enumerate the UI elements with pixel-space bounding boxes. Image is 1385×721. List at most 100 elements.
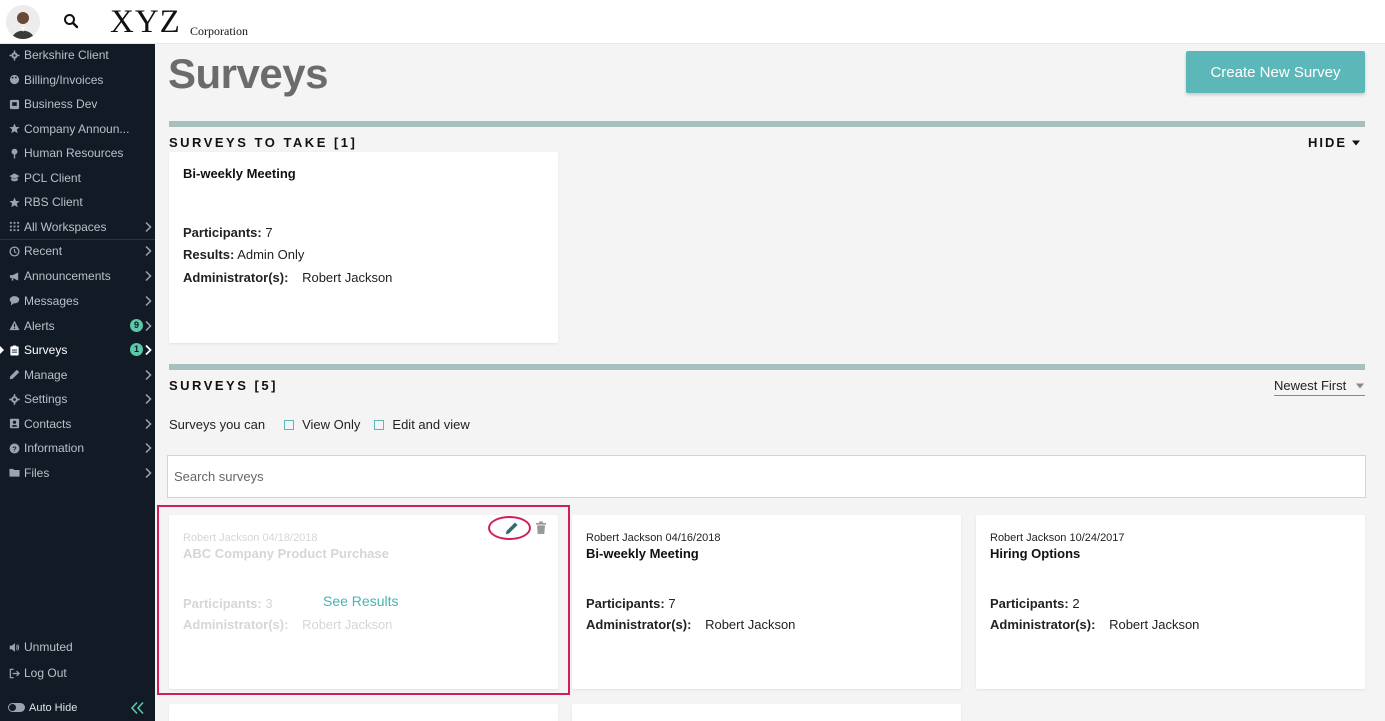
sidebar-item-business-dev[interactable]: Business Dev <box>0 93 155 115</box>
logout-label: Log Out <box>24 666 67 680</box>
star-icon <box>8 123 20 135</box>
sidebar-item-label: Billing/Invoices <box>24 72 104 87</box>
active-indicator <box>0 346 4 354</box>
caret-down-icon <box>1356 383 1364 388</box>
chevron-right-icon <box>144 442 152 454</box>
gear-icon <box>8 49 20 61</box>
collapse-sidebar-icon[interactable] <box>130 701 146 715</box>
sidebar-unmuted-toggle[interactable]: Unmuted <box>0 636 155 658</box>
results-value: Admin Only <box>237 247 305 262</box>
survey-title: Bi-weekly Meeting <box>586 546 699 561</box>
sidebar-item-billing-invoices[interactable]: Billing/Invoices <box>0 69 155 91</box>
company-logo[interactable]: XYZ Corporation <box>110 4 248 41</box>
participants-label: Participants: <box>586 596 665 611</box>
surveys-to-take-heading: SURVEYS TO TAKE [1] <box>169 135 358 150</box>
logout-icon <box>8 667 20 679</box>
section-divider <box>169 364 1365 370</box>
sidebar-item-all-workspaces[interactable]: All Workspaces <box>0 216 155 238</box>
edit-and-view-label[interactable]: Edit and view <box>392 417 469 432</box>
pencil-icon <box>8 369 20 381</box>
cog-icon <box>8 393 20 405</box>
sidebar-item-messages[interactable]: Messages <box>0 290 155 312</box>
survey-card[interactable]: Robert Jackson 04/16/2018 Bi-weekly Meet… <box>572 515 961 689</box>
sidebar-item-label: RBS Client <box>24 195 83 209</box>
folder-icon <box>8 467 20 479</box>
grid-icon <box>8 221 20 233</box>
sidebar-item-recent[interactable]: Recent <box>0 240 155 262</box>
avatar[interactable] <box>6 5 40 39</box>
main-content: Surveys Create New Survey SURVEYS TO TAK… <box>155 44 1385 721</box>
participants-value: 7 <box>265 225 273 240</box>
participants-value: 7 <box>668 596 676 611</box>
auto-hide-toggle[interactable] <box>8 703 25 712</box>
administrator-value: Robert Jackson <box>1109 617 1200 632</box>
sidebar-item-surveys[interactable]: Surveys 1 <box>0 339 155 361</box>
star-icon <box>8 196 20 208</box>
sidebar-item-label: Information <box>24 441 85 455</box>
sidebar-item-rbs-client[interactable]: RBS Client <box>0 191 155 213</box>
view-only-label[interactable]: View Only <box>302 417 360 432</box>
unmuted-label: Unmuted <box>24 640 73 654</box>
sidebar-item-alerts[interactable]: Alerts 9 <box>0 315 155 337</box>
create-new-survey-button[interactable]: Create New Survey <box>1186 51 1365 93</box>
briefcase-icon <box>8 98 20 110</box>
caret-down-icon <box>1352 140 1361 145</box>
sidebar-item-berkshire-client[interactable]: Berkshire Client <box>0 44 155 66</box>
sidebar-auto-hide[interactable]: Auto Hide <box>0 699 155 717</box>
sidebar-item-files[interactable]: Files <box>0 462 155 484</box>
survey-card[interactable] <box>169 704 558 721</box>
search-surveys-input[interactable] <box>167 455 1366 498</box>
search-icon[interactable] <box>62 12 80 30</box>
sidebar-item-label: Files <box>24 465 50 480</box>
view-only-checkbox[interactable] <box>284 419 295 430</box>
chevron-right-icon <box>144 221 152 233</box>
survey-card[interactable] <box>572 704 961 721</box>
svg-text:?: ? <box>12 444 17 453</box>
participants-row: Participants: 7 <box>586 596 676 611</box>
sidebar-item-contacts[interactable]: Contacts <box>0 413 155 435</box>
alerts-count-badge: 9 <box>130 318 143 332</box>
sidebar-item-label: Human Resources <box>24 146 124 160</box>
sidebar-item-pcl-client[interactable]: PCL Client <box>0 167 155 189</box>
edit-and-view-checkbox[interactable] <box>374 419 385 430</box>
sidebar-logout[interactable]: Log Out <box>0 662 155 684</box>
megaphone-icon <box>8 270 20 282</box>
sidebar-item-label: Berkshire Client <box>24 48 109 62</box>
participants-label: Participants: <box>990 596 1069 611</box>
sidebar-item-label: Company Announ... <box>24 121 130 136</box>
survey-to-take-card[interactable]: Bi-weekly Meeting Participants: 7 Result… <box>169 152 558 343</box>
survey-card[interactable]: Robert Jackson 10/24/2017 Hiring Options… <box>976 515 1365 689</box>
pin-icon <box>8 147 20 159</box>
results-label: Results: <box>183 247 235 262</box>
sidebar-item-human-resources[interactable]: Human Resources <box>0 142 155 164</box>
participants-label: Participants: <box>183 225 262 240</box>
sidebar-item-label: Contacts <box>24 416 72 431</box>
sidebar-item-company-announcements[interactable]: Company Announ... <box>0 118 155 140</box>
participants-row: Participants: 2 <box>990 596 1080 611</box>
administrator-label: Administrator(s): <box>183 270 289 285</box>
sidebar-item-label: All Workspaces <box>24 219 107 234</box>
sidebar-item-manage[interactable]: Manage <box>0 364 155 386</box>
chevron-right-icon <box>144 467 152 479</box>
participants-row: Participants: 7 <box>183 225 273 240</box>
question-icon: ? <box>8 442 20 454</box>
sidebar-item-label: Settings <box>24 392 68 406</box>
administrator-label: Administrator(s): <box>990 617 1096 632</box>
sidebar-item-announcements[interactable]: Announcements <box>0 265 155 287</box>
user-avatar-icon <box>6 5 40 39</box>
survey-permission-filter: Surveys you can View Only Edit and view <box>169 417 470 432</box>
filter-label: Surveys you can <box>169 417 266 432</box>
survey-meta: Robert Jackson 10/24/2017 <box>990 532 1125 544</box>
clipboard-icon <box>8 344 20 356</box>
administrator-row: Administrator(s): Robert Jackson <box>586 617 795 632</box>
hide-toggle[interactable]: HIDE <box>1308 135 1361 150</box>
graduation-cap-icon <box>8 172 20 184</box>
hide-label: HIDE <box>1308 135 1348 150</box>
chevron-right-icon <box>144 295 152 307</box>
address-book-icon <box>8 418 20 430</box>
administrator-value: Robert Jackson <box>302 270 393 285</box>
sidebar-item-information[interactable]: ? Information <box>0 437 155 459</box>
sort-select[interactable]: Newest First <box>1274 378 1365 396</box>
sidebar-item-settings[interactable]: Settings <box>0 388 155 410</box>
palette-icon <box>8 74 20 86</box>
